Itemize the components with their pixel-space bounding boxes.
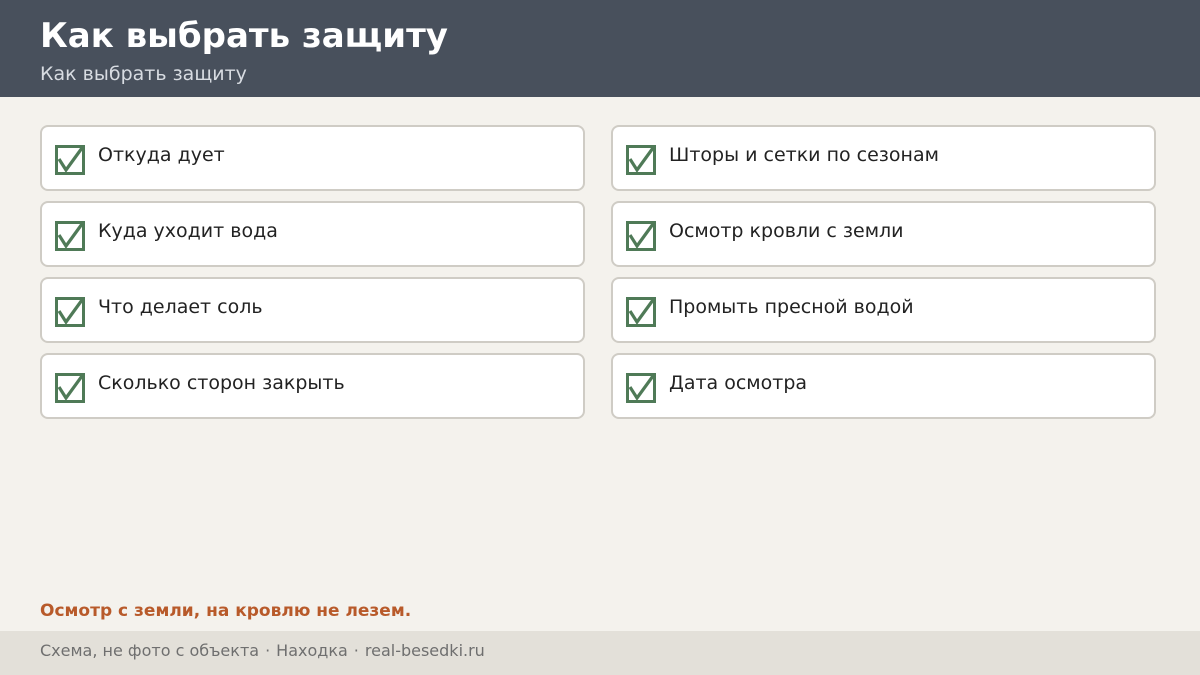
checklist-item-label: Промыть пресной водой	[669, 296, 914, 318]
checklist-item-label: Дата осмотра	[669, 372, 808, 394]
footer-credits: Схема, не фото с объекта · Находка · real-be…	[40, 640, 485, 662]
footer-source: Находка	[276, 641, 348, 660]
checked-checkbox-icon[interactable]	[55, 297, 85, 327]
checklist-item[interactable]: Осмотр кровли с земли	[611, 201, 1156, 267]
header-bar: Как выбрать защиту Как выбрать защиту	[0, 0, 1200, 97]
checklist-item[interactable]: Дата осмотра	[611, 353, 1156, 419]
checklist-item-label: Что делает соль	[98, 296, 263, 318]
checklist-item[interactable]: Куда уходит вода	[40, 201, 585, 267]
checklist-item[interactable]: Шторы и сетки по сезонам	[611, 125, 1156, 191]
footer-separator: ·	[265, 641, 271, 660]
checklist-item-label: Откуда дует	[98, 144, 225, 166]
checklist-item-label: Куда уходит вода	[98, 220, 278, 242]
checked-checkbox-icon[interactable]	[55, 145, 85, 175]
footer-bar: Схема, не фото с объекта · Находка · real-be…	[0, 631, 1200, 675]
checked-checkbox-icon[interactable]	[55, 221, 85, 251]
checked-checkbox-icon[interactable]	[626, 373, 656, 403]
footer-separator: ·	[353, 641, 359, 660]
page-subtitle: Как выбрать защиту	[40, 63, 247, 85]
checked-checkbox-icon[interactable]	[626, 297, 656, 327]
checklist-item[interactable]: Что делает соль	[40, 277, 585, 343]
checklist-item-label: Шторы и сетки по сезонам	[669, 144, 939, 166]
checked-checkbox-icon[interactable]	[626, 145, 656, 175]
checked-checkbox-icon[interactable]	[55, 373, 85, 403]
checklist-item[interactable]: Сколько сторон закрыть	[40, 353, 585, 419]
checklist-item[interactable]: Откуда дует	[40, 125, 585, 191]
footer-site-link[interactable]: real-besedki.ru	[365, 641, 485, 660]
page-title: Как выбрать защиту	[40, 16, 448, 56]
checklist-grid: Откуда дует Шторы и сетки по сезонам Куд…	[40, 125, 1156, 419]
checklist-item-label: Осмотр кровли с земли	[669, 220, 904, 242]
checklist-item[interactable]: Промыть пресной водой	[611, 277, 1156, 343]
checked-checkbox-icon[interactable]	[626, 221, 656, 251]
checklist-item-label: Сколько сторон закрыть	[98, 372, 345, 394]
footer-caption: Схема, не фото с объекта	[40, 641, 260, 660]
safety-note: Осмотр с земли, на кровлю не лезем.	[40, 601, 412, 621]
